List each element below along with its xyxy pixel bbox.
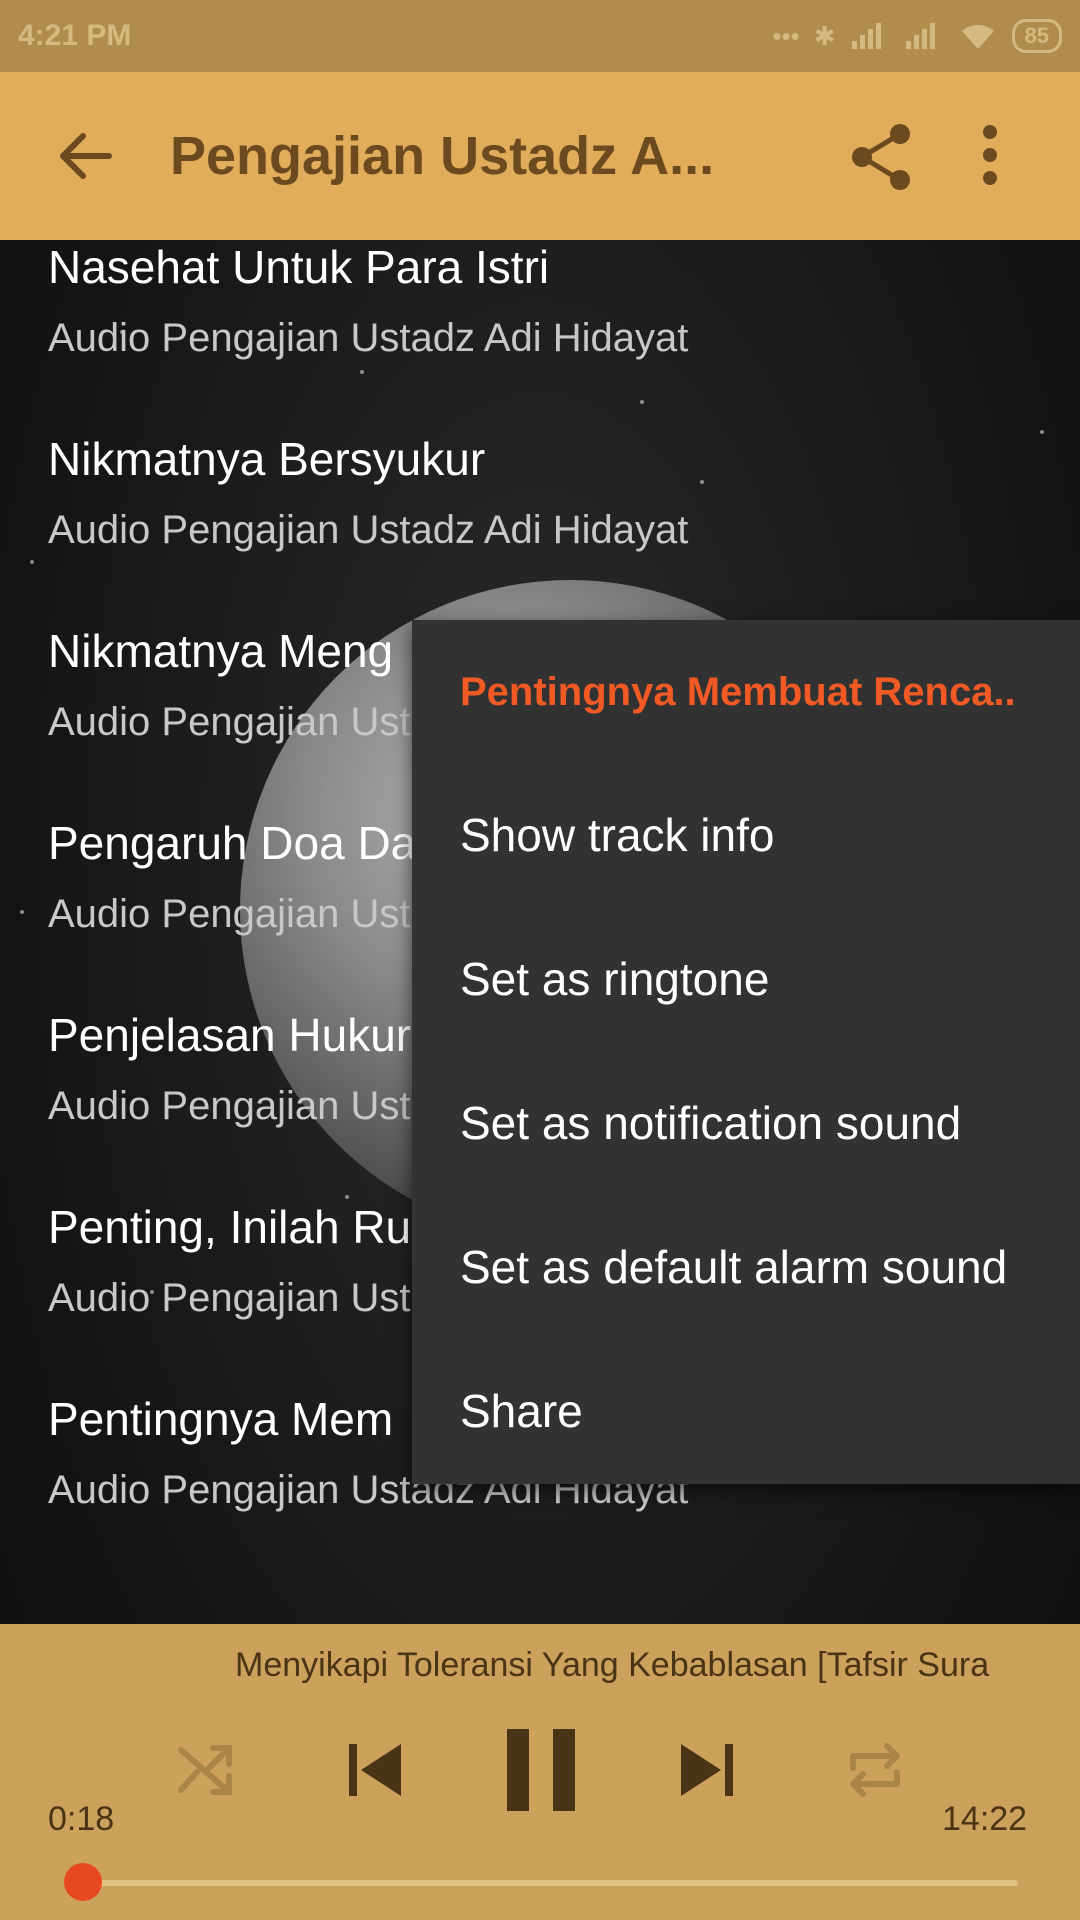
pause-button[interactable] — [500, 1722, 582, 1818]
track-title: Nasehat Untuk Para Istri — [48, 241, 550, 293]
battery-indicator: 85 — [1011, 19, 1062, 53]
menu-item-set-notification[interactable]: Set as notification sound — [460, 1096, 961, 1150]
menu-header-track-title: Pentingnya Membuat Renca.. — [460, 670, 1016, 714]
share-button[interactable] — [850, 122, 930, 202]
track-title: Nikmatnya Bersyukur — [48, 433, 486, 485]
status-bar: 4:21 PM ••• ✱ 85 — [0, 0, 1080, 72]
menu-item-set-alarm[interactable]: Set as default alarm sound — [460, 1240, 1007, 1294]
pause-icon — [507, 1729, 575, 1811]
back-arrow-icon — [60, 133, 112, 179]
seek-bar[interactable] — [80, 1880, 1018, 1886]
page-title: Pengajian Ustadz A... — [170, 126, 715, 186]
more-vert-icon — [983, 125, 997, 185]
repeat-button[interactable] — [840, 1735, 910, 1805]
more-notifications-icon: ••• — [772, 20, 800, 51]
app-bar: Pengajian Ustadz A... — [0, 72, 1080, 240]
track-subtitle: Audio Pengajian Ustadz Adi Hidayat — [48, 316, 689, 360]
bluetooth-icon: ✱ — [813, 20, 836, 51]
shuffle-button[interactable] — [170, 1735, 240, 1805]
signal-icon — [851, 23, 881, 49]
back-button[interactable] — [0, 72, 170, 240]
shuffle-icon — [178, 1745, 232, 1795]
repeat-icon — [850, 1743, 900, 1797]
skip-previous-icon — [349, 1744, 401, 1796]
menu-item-share[interactable]: Share — [460, 1384, 583, 1438]
track-context-menu: Pentingnya Membuat Renca.. Show track in… — [412, 620, 1080, 1484]
total-duration: 14:22 — [942, 1800, 1028, 1838]
list-item[interactable]: Nasehat Untuk Para Istri Audio Pengajian… — [48, 240, 1048, 432]
track-subtitle: Audio Pengajian Ustadz Adi Hidayat — [48, 508, 689, 552]
next-button[interactable] — [672, 1735, 742, 1805]
menu-item-show-track-info[interactable]: Show track info — [460, 808, 774, 862]
signal-2-icon — [905, 23, 935, 49]
wifi-icon — [961, 24, 994, 49]
list-item[interactable]: Nikmatnya Bersyukur Audio Pengajian Usta… — [48, 432, 1048, 624]
previous-button[interactable] — [340, 1735, 410, 1805]
share-icon — [852, 124, 910, 190]
menu-item-set-ringtone[interactable]: Set as ringtone — [460, 952, 769, 1006]
status-time: 4:21 PM — [18, 19, 132, 52]
elapsed-time: 0:18 — [48, 1800, 115, 1838]
overflow-menu-button[interactable] — [980, 122, 1030, 202]
now-playing-title: Menyikapi Toleransi Yang Kebablasan [Taf… — [235, 1646, 990, 1684]
seek-thumb[interactable] — [64, 1863, 102, 1901]
status-icons: ••• ✱ 85 — [772, 19, 1062, 53]
skip-next-icon — [681, 1744, 733, 1796]
